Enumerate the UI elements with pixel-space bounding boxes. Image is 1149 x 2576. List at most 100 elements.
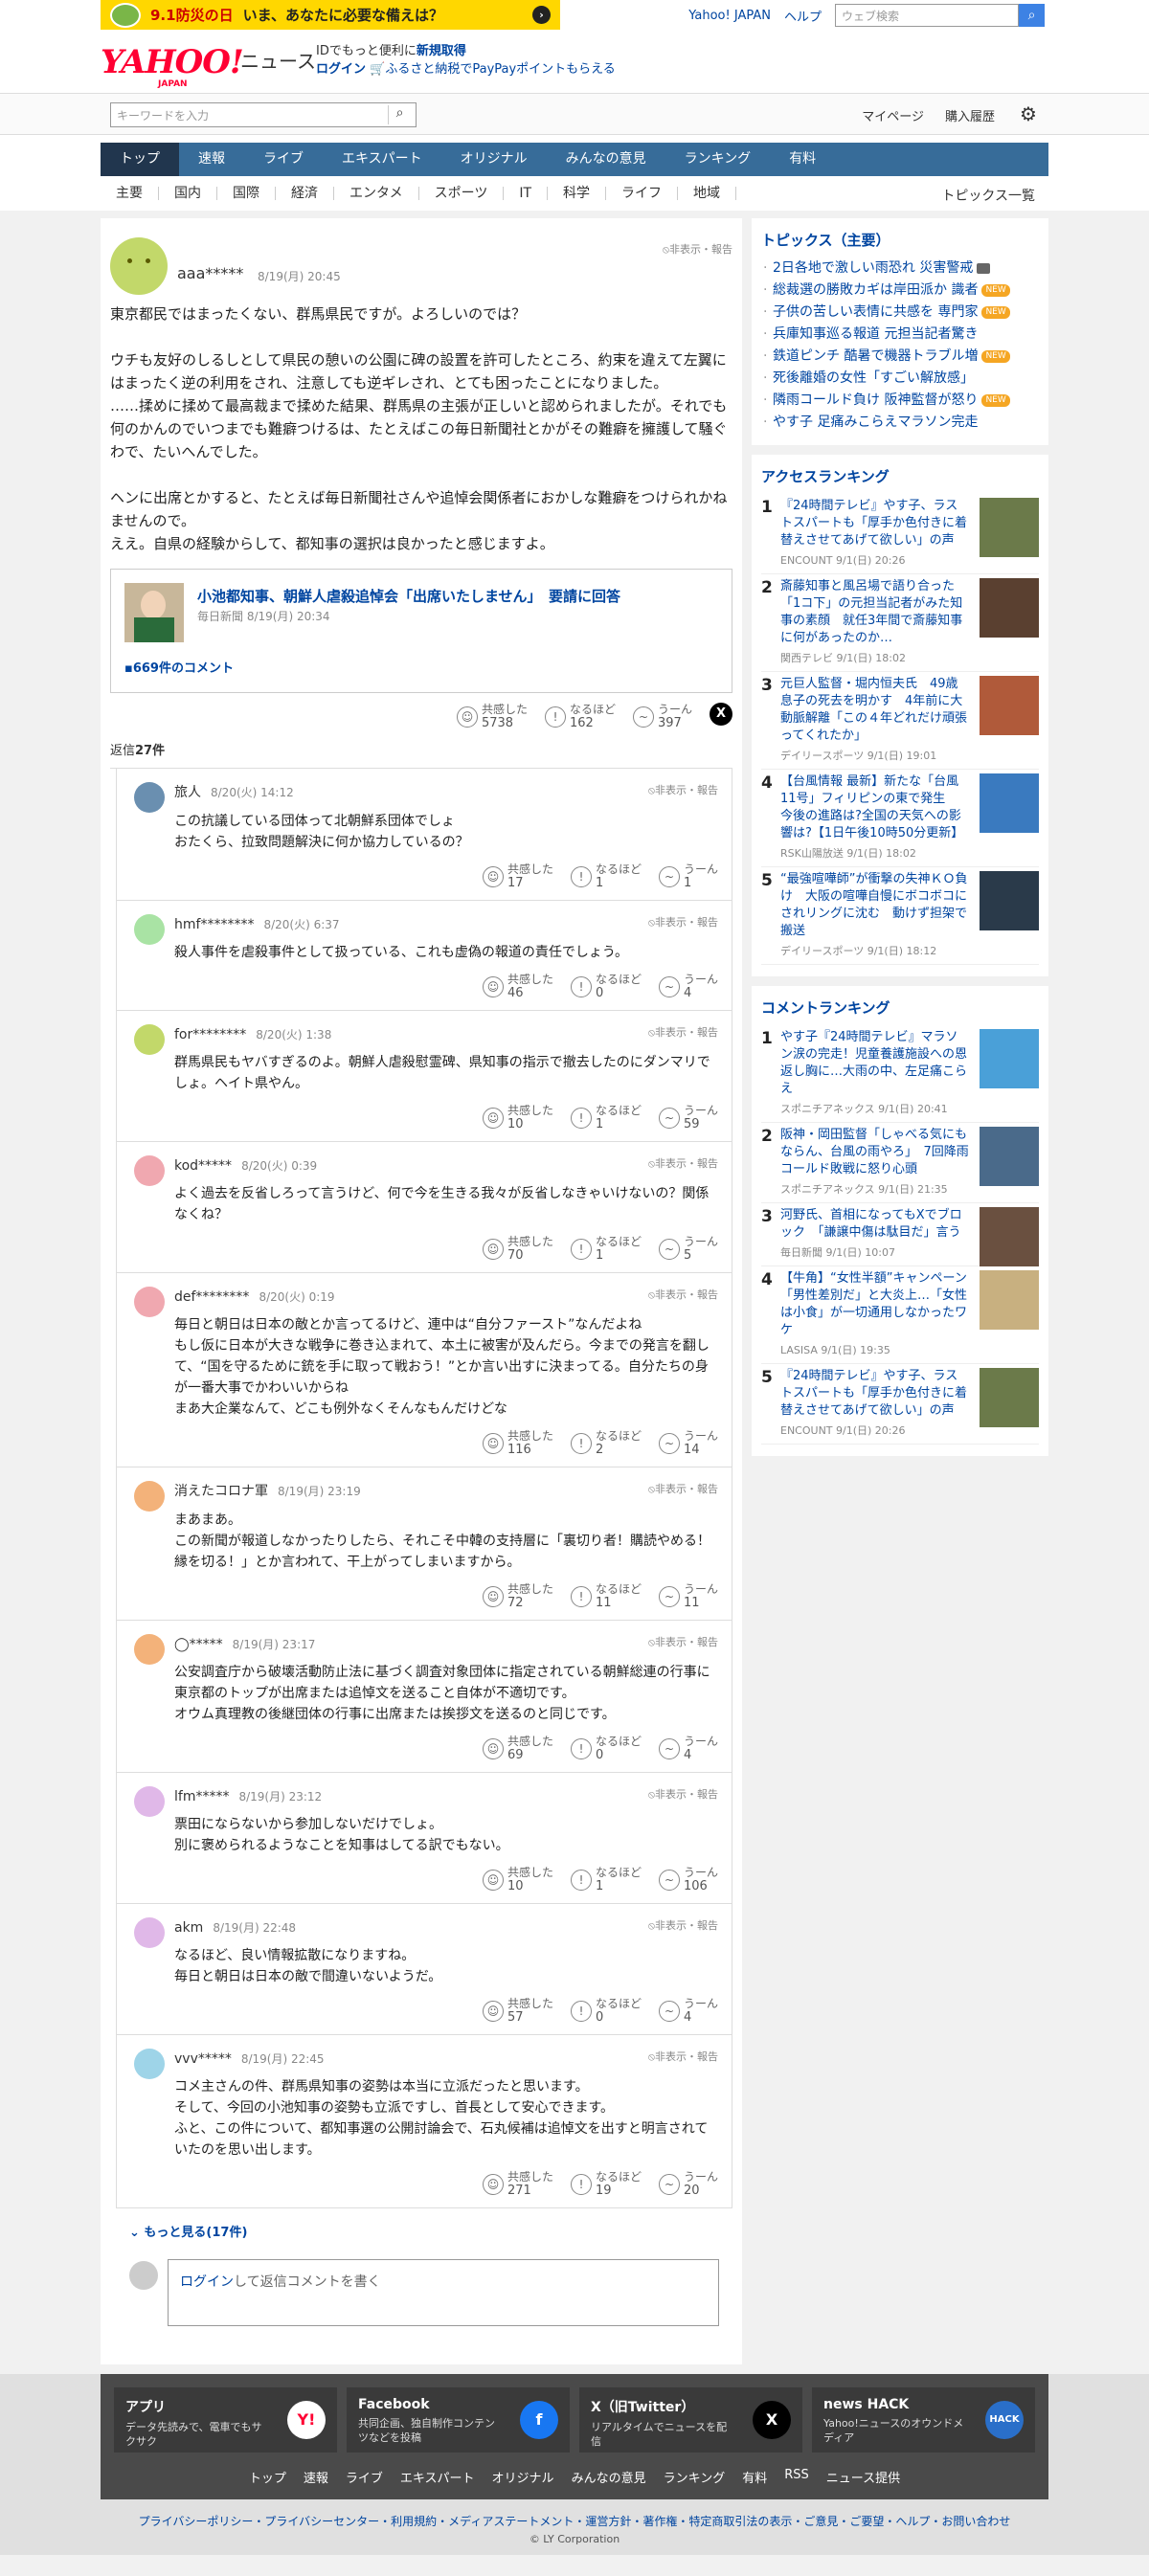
gear-icon[interactable]: ⚙	[1018, 103, 1039, 124]
footer-link[interactable]: ニュース提供	[826, 2468, 900, 2486]
hide-report-link[interactable]: ⦸非表示・報告	[648, 1024, 718, 1040]
article-comment-count[interactable]: ▪669件のコメント	[124, 658, 234, 676]
disaster-day-banner[interactable]: 9.1防災の日 いま、あなたに必要な備えは？ ›	[101, 0, 560, 30]
agree-button[interactable]: ☺ 共感した 70	[482, 1235, 553, 1263]
rank-thumbnail[interactable]	[980, 1127, 1039, 1186]
rank-thumbnail[interactable]	[980, 498, 1039, 557]
chevron-right-icon[interactable]: ›	[532, 6, 551, 24]
hide-report-link[interactable]: ⦸非表示・報告	[648, 1287, 718, 1302]
user-avatar[interactable]	[134, 782, 165, 813]
footer-app-card[interactable]: アプリ データ先読みで、電車でもサクサク Y!	[114, 2387, 337, 2453]
nav-item-opinions[interactable]: みんなの意見	[547, 143, 665, 176]
topic-item[interactable]: 2日各地で激しい雨恐れ 災害警戒	[761, 258, 1039, 280]
reply-username[interactable]: 消えたコロナ軍	[174, 1484, 268, 1499]
legal-links[interactable]: プライバシーポリシー・プライバシーセンター・利用規約・メディアステートメント・運…	[101, 2499, 1048, 2533]
hide-report-link[interactable]: ⦸非表示・報告	[648, 1634, 718, 1649]
show-more-button[interactable]: ⌄ もっと見る(17件)	[110, 2208, 732, 2253]
article-title[interactable]: 小池都知事、朝鮮人虐殺追悼会「出席いたしません」 要請に回答	[197, 586, 620, 606]
uun-button[interactable]: ~ うーん 4	[658, 973, 718, 1000]
naruhodo-button[interactable]: ! なるほど 19	[570, 2170, 642, 2198]
web-search-input[interactable]: ウェブ検索	[835, 4, 1019, 27]
rank-title[interactable]: 『24時間テレビ』やす子、ラストスパートも「厚手か色付きに着替えさせてあげて欲し…	[780, 1368, 970, 1420]
naruhodo-button[interactable]: ! なるほど 1	[570, 862, 642, 890]
reply-username[interactable]: akm	[174, 1920, 203, 1936]
rank-title[interactable]: 『24時間テレビ』やす子、ラストスパートも「厚手か色付きに着替えさせてあげて欲し…	[780, 498, 970, 549]
rank-title[interactable]: 【牛角】“女性半額”キャンペーン「男性差別だ」と大炎上…「女性は小食」が一切通用…	[780, 1270, 970, 1339]
rank-thumbnail[interactable]	[980, 676, 1039, 735]
login-link[interactable]: ログイン	[180, 2274, 234, 2290]
hide-report-link[interactable]: ⦸非表示・報告	[648, 1786, 718, 1802]
hide-report-link[interactable]: ⦸非表示・報告	[648, 2049, 718, 2064]
rank-title[interactable]: 【台風情報 最新】新たな「台風11号」フィリピンの東で発生 今後の進路は?全国の…	[780, 773, 970, 842]
keyword-input[interactable]: キーワードを入力	[110, 102, 417, 127]
x-share-icon[interactable]: X	[710, 703, 732, 726]
ranking-item[interactable]: 1 やす子『24時間テレビ』マラソン涙の完走！児童養護施設への恩返し胸に…大雨の中…	[761, 1025, 1039, 1123]
uun-button[interactable]: ~ うーん 106	[658, 1866, 718, 1893]
cat-economy[interactable]: 経済	[276, 187, 334, 200]
user-avatar[interactable]	[134, 914, 165, 945]
agree-button[interactable]: ☺ 共感した 10	[482, 1866, 553, 1893]
naruhodo-button[interactable]: ! なるほど 162	[544, 703, 616, 730]
agree-button[interactable]: ☺ 共感した 271	[482, 2170, 553, 2198]
signup-link[interactable]: 新規取得	[417, 44, 466, 58]
rank-thumbnail[interactable]	[980, 1207, 1039, 1266]
uun-button[interactable]: ~ うーん 4	[658, 1735, 718, 1762]
footer-link[interactable]: 有料	[742, 2468, 767, 2486]
rank-title[interactable]: 河野氏、首相になってもXでブロック 「謙譲中傷は駄目だ」言う	[780, 1207, 970, 1242]
ranking-item[interactable]: 1 『24時間テレビ』やす子、ラストスパートも「厚手か色付きに着替えさせてあげて欲…	[761, 494, 1039, 574]
hide-report-link[interactable]: ⦸非表示・報告	[663, 241, 732, 257]
agree-button[interactable]: ☺ 共感した 17	[482, 862, 553, 890]
cat-it[interactable]: IT	[504, 187, 549, 200]
naruhodo-button[interactable]: ! なるほど 0	[570, 973, 642, 1000]
uun-button[interactable]: ~ うーん 14	[658, 1429, 718, 1457]
topics-title[interactable]: トピックス（主要）	[761, 230, 1039, 250]
footer-link[interactable]: オリジナル	[492, 2468, 554, 2486]
naruhodo-button[interactable]: ! なるほど 1	[570, 1235, 642, 1263]
reply-username[interactable]: def********	[174, 1289, 249, 1305]
footer-link[interactable]: トップ	[249, 2468, 286, 2486]
login-link[interactable]: ログイン	[316, 62, 366, 77]
naruhodo-button[interactable]: ! なるほど 0	[570, 1997, 642, 2025]
reply-username[interactable]: vvv*****	[174, 2051, 232, 2067]
uun-button[interactable]: ~ うーん 59	[658, 1104, 718, 1131]
rank-title[interactable]: 斎藤知事と風呂場で語り合った「1コ下」の元担当記者がみた知事の素顔 就任3年間で…	[780, 578, 970, 647]
user-avatar[interactable]	[110, 237, 168, 295]
cat-domestic[interactable]: 国内	[159, 187, 217, 200]
search-icon[interactable]: ⌕	[1019, 4, 1045, 27]
naruhodo-button[interactable]: ! なるほど 1	[570, 1866, 642, 1893]
comment-username[interactable]: aaa*****	[177, 264, 243, 282]
furusato-link[interactable]: ふるさと納税でPayPayポイントもらえる	[385, 62, 615, 77]
naruhodo-button[interactable]: ! なるほど 1	[570, 1104, 642, 1131]
reply-username[interactable]: lfm*****	[174, 1789, 229, 1804]
rank-thumbnail[interactable]	[980, 578, 1039, 638]
ranking-item[interactable]: 2 斎藤知事と風呂場で語り合った「1コ下」の元担当記者がみた知事の素顔 就任3年間…	[761, 574, 1039, 672]
comment-ranking-title[interactable]: コメントランキング	[761, 997, 1039, 1018]
rank-title[interactable]: 元巨人監督・堀内恒夫氏 49歳息子の死去を明かす 4年前に大動脈解離「この４年ど…	[780, 676, 970, 745]
nav-item-ranking[interactable]: ランキング	[665, 143, 771, 176]
search-icon[interactable]: ⌕	[388, 105, 411, 124]
cat-local[interactable]: 地域	[678, 187, 737, 200]
hide-report-link[interactable]: ⦸非表示・報告	[648, 1481, 718, 1496]
reply-username[interactable]: ◯*****	[174, 1637, 223, 1652]
naruhodo-button[interactable]: ! なるほど 11	[570, 1582, 642, 1610]
mypage-link[interactable]: マイページ	[862, 106, 924, 124]
footer-link[interactable]: ライブ	[346, 2468, 383, 2486]
hide-report-link[interactable]: ⦸非表示・報告	[648, 1155, 718, 1171]
uun-button[interactable]: ~ うーん 4	[658, 1997, 718, 2025]
cat-main[interactable]: 主要	[101, 187, 159, 200]
user-avatar[interactable]	[134, 2049, 165, 2079]
footer-link[interactable]: エキスパート	[400, 2468, 475, 2486]
footer-link[interactable]: ランキング	[664, 2468, 726, 2486]
topic-item[interactable]: 兵庫知事巡る報道 元担当記者驚き	[761, 324, 1039, 346]
agree-button[interactable]: ☺ 共感した 69	[482, 1735, 553, 1762]
nav-item-expert[interactable]: エキスパート	[323, 143, 441, 176]
uun-button[interactable]: ~ うーん 11	[658, 1582, 718, 1610]
rank-thumbnail[interactable]	[980, 871, 1039, 930]
nav-item-live[interactable]: ライブ	[244, 143, 323, 176]
reply-username[interactable]: for********	[174, 1027, 246, 1042]
rank-title[interactable]: 阪神・岡田監督「しゃべる気にもならん、台風の雨やろ」 7回降雨コールド敗戦に怒り…	[780, 1127, 970, 1178]
footer-app-card[interactable]: X（旧Twitter） リアルタイムでニュースを配信 X	[579, 2387, 802, 2453]
linked-article-card[interactable]: 小池都知事、朝鮮人虐殺追悼会「出席いたしません」 要請に回答 毎日新聞 8/19…	[110, 569, 732, 693]
rank-thumbnail[interactable]	[980, 1029, 1039, 1088]
user-avatar[interactable]	[134, 1917, 165, 1948]
